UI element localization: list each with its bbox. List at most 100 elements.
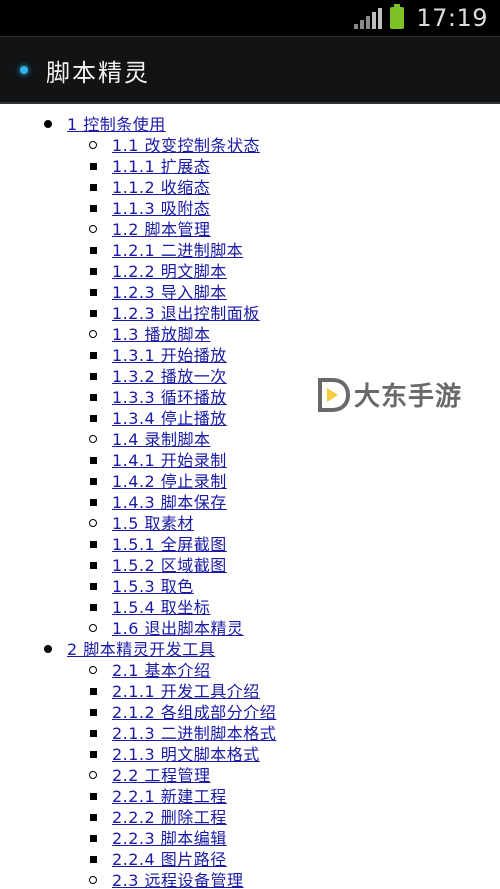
status-icons: 17:19: [354, 0, 488, 36]
toc-item: 1.2.2 明文脚本: [90, 261, 500, 282]
toc-link-level3[interactable]: 1.5.4 取坐标: [112, 598, 210, 617]
status-bar: 17:19: [0, 0, 500, 36]
square-bullet-icon: [90, 373, 97, 380]
toc-link-level2[interactable]: 1.2 脚本管理: [112, 220, 211, 239]
toc-item: 2.2.1 新建工程: [90, 786, 500, 807]
toc-row: 2.1 基本介绍: [45, 660, 500, 681]
square-bullet-icon: [90, 394, 97, 401]
toc-row: 2.2.4 图片路径: [0, 849, 500, 870]
toc-link-level2[interactable]: 1.6 退出脚本精灵: [112, 619, 244, 638]
toc-item: 1.5.1 全屏截图: [90, 534, 500, 555]
toc-link-level3[interactable]: 1.3.3 循环播放: [112, 388, 227, 407]
circle-bullet-icon: [89, 624, 97, 632]
square-bullet-icon: [90, 730, 97, 737]
circle-bullet-icon: [89, 876, 97, 884]
toc-link-level2[interactable]: 1.5 取素材: [112, 514, 194, 533]
toc-link-level3[interactable]: 1.3.2 播放一次: [112, 367, 227, 386]
toc-item: 1.5.2 区域截图: [90, 555, 500, 576]
toc-item: 1.5.4 取坐标: [90, 597, 500, 618]
toc-item: 1.2.1 二进制脚本: [90, 240, 500, 261]
toc-link-level3[interactable]: 1.2.2 明文脚本: [112, 262, 227, 281]
toc-link-level2[interactable]: 2.1 基本介绍: [112, 661, 211, 680]
toc-link-level3[interactable]: 1.2.3 退出控制面板: [112, 304, 260, 323]
square-bullet-icon: [90, 478, 97, 485]
toc-link-level2[interactable]: 1.4 录制脚本: [112, 430, 211, 449]
toc-link-level2[interactable]: 2.2 工程管理: [112, 766, 211, 785]
disc-bullet-icon: [44, 120, 52, 128]
toc-link-level3[interactable]: 1.5.1 全屏截图: [112, 535, 227, 554]
square-bullet-icon: [90, 310, 97, 317]
toc-row: 1.5 取素材: [45, 513, 500, 534]
app-bar: 脚本精灵: [0, 36, 500, 104]
toc-link-level3[interactable]: 1.1.2 收缩态: [112, 178, 210, 197]
toc-subsection: 2.2 工程管理 2.2.1 新建工程 2.2.2 删除工程 2.2.3 脚本编辑 2.…: [56, 765, 500, 870]
toc-item: 1.1.2 收缩态: [90, 177, 500, 198]
toc-link-level3[interactable]: 2.2.3 脚本编辑: [112, 829, 227, 848]
toc-item: 1.5.3 取色: [90, 576, 500, 597]
toc-link-level3[interactable]: 2.2.2 删除工程: [112, 808, 227, 827]
toc-link-level3[interactable]: 1.1.3 吸附态: [112, 199, 210, 218]
toc-link-level3[interactable]: 1.5.2 区域截图: [112, 556, 227, 575]
toc-item: 2.1.1 开发工具介绍: [90, 681, 500, 702]
toc-link-level3[interactable]: 2.1.3 二进制脚本格式: [112, 724, 276, 743]
toc-link-level1[interactable]: 2 脚本精灵开发工具: [67, 640, 215, 659]
status-time: 17:19: [416, 4, 488, 32]
toc-item: 2.2.2 删除工程: [90, 807, 500, 828]
circle-bullet-icon: [89, 225, 97, 233]
toc-row: 2.1.1 开发工具介绍: [0, 681, 500, 702]
square-bullet-icon: [90, 205, 97, 212]
toc-link-level3[interactable]: 1.1.1 扩展态: [112, 157, 210, 176]
toc-link-level3[interactable]: 1.4.2 停止录制: [112, 472, 227, 491]
square-bullet-icon: [90, 562, 97, 569]
circle-bullet-icon: [89, 771, 97, 779]
toc-link-level2[interactable]: 1.3 播放脚本: [112, 325, 211, 344]
toc-list: 1 控制条使用 1.1 改变控制条状态 1.1.1 扩展态 1.1.2 收缩态 1.1.…: [0, 114, 500, 889]
toc-item: 2.1.2 各组成部分介绍: [90, 702, 500, 723]
toc-row: 2.2.3 脚本编辑: [0, 828, 500, 849]
toc-row: 1.2 脚本管理: [45, 219, 500, 240]
toc-item: 2.1.3 明文脚本格式: [90, 744, 500, 765]
disc-bullet-icon: [44, 645, 52, 653]
app-indicator-dot-icon: [20, 66, 28, 74]
toc-link-level3[interactable]: 1.4.1 开始录制: [112, 451, 227, 470]
square-bullet-icon: [90, 793, 97, 800]
circle-bullet-icon: [89, 330, 97, 338]
toc-row: 1.2.1 二进制脚本: [0, 240, 500, 261]
toc-link-level2[interactable]: 1.1 改变控制条状态: [112, 136, 260, 155]
square-bullet-icon: [90, 268, 97, 275]
toc-link-level3[interactable]: 1.4.3 脚本保存: [112, 493, 227, 512]
square-bullet-icon: [90, 415, 97, 422]
battery-icon: [390, 4, 405, 29]
toc-link-level2[interactable]: 2.3 远程设备管理: [112, 871, 244, 889]
toc-link-level1[interactable]: 1 控制条使用: [67, 115, 166, 134]
toc-link-level3[interactable]: 2.2.4 图片路径: [112, 850, 227, 869]
toc-subsublist: 1.5.1 全屏截图 1.5.2 区域截图 1.5.3 取色 1.5.4 取坐标: [90, 534, 500, 618]
toc-link-level3[interactable]: 2.1.1 开发工具介绍: [112, 682, 260, 701]
square-bullet-icon: [90, 184, 97, 191]
toc-content[interactable]: 1 控制条使用 1.1 改变控制条状态 1.1.1 扩展态 1.1.2 收缩态 1.1.…: [0, 104, 500, 889]
toc-row: 1 控制条使用: [44, 114, 500, 135]
toc-link-level3[interactable]: 1.2.1 二进制脚本: [112, 241, 243, 260]
toc-link-level3[interactable]: 1.3.1 开始播放: [112, 346, 227, 365]
toc-link-level3[interactable]: 1.5.3 取色: [112, 577, 194, 596]
toc-row: 2.1.2 各组成部分介绍: [0, 702, 500, 723]
watermark: 大东手游: [318, 376, 462, 413]
toc-subsection: 1.1 改变控制条状态 1.1.1 扩展态 1.1.2 收缩态 1.1.3 吸附态: [56, 135, 500, 219]
toc-link-level3[interactable]: 2.1.2 各组成部分介绍: [112, 703, 276, 722]
toc-subsublist: 1.4.1 开始录制 1.4.2 停止录制 1.4.3 脚本保存: [90, 450, 500, 513]
square-bullet-icon: [90, 856, 97, 863]
toc-row: 1.4.3 脚本保存: [0, 492, 500, 513]
toc-link-level3[interactable]: 1.2.3 导入脚本: [112, 283, 227, 302]
toc-subsection: 2.3 远程设备管理: [56, 870, 500, 889]
square-bullet-icon: [90, 499, 97, 506]
toc-link-level3[interactable]: 1.3.4 停止播放: [112, 409, 227, 428]
toc-row: 1.5.3 取色: [0, 576, 500, 597]
dadong-logo-icon: [318, 377, 350, 412]
signal-icon: [354, 7, 383, 29]
square-bullet-icon: [90, 247, 97, 254]
toc-sublist: 2.1 基本介绍 2.1.1 开发工具介绍 2.1.2 各组成部分介绍 2.1.3 二…: [56, 660, 500, 889]
toc-link-level3[interactable]: 2.2.1 新建工程: [112, 787, 227, 806]
toc-row: 1.5.2 区域截图: [0, 555, 500, 576]
circle-bullet-icon: [89, 519, 97, 527]
toc-link-level3[interactable]: 2.1.3 明文脚本格式: [112, 745, 260, 764]
